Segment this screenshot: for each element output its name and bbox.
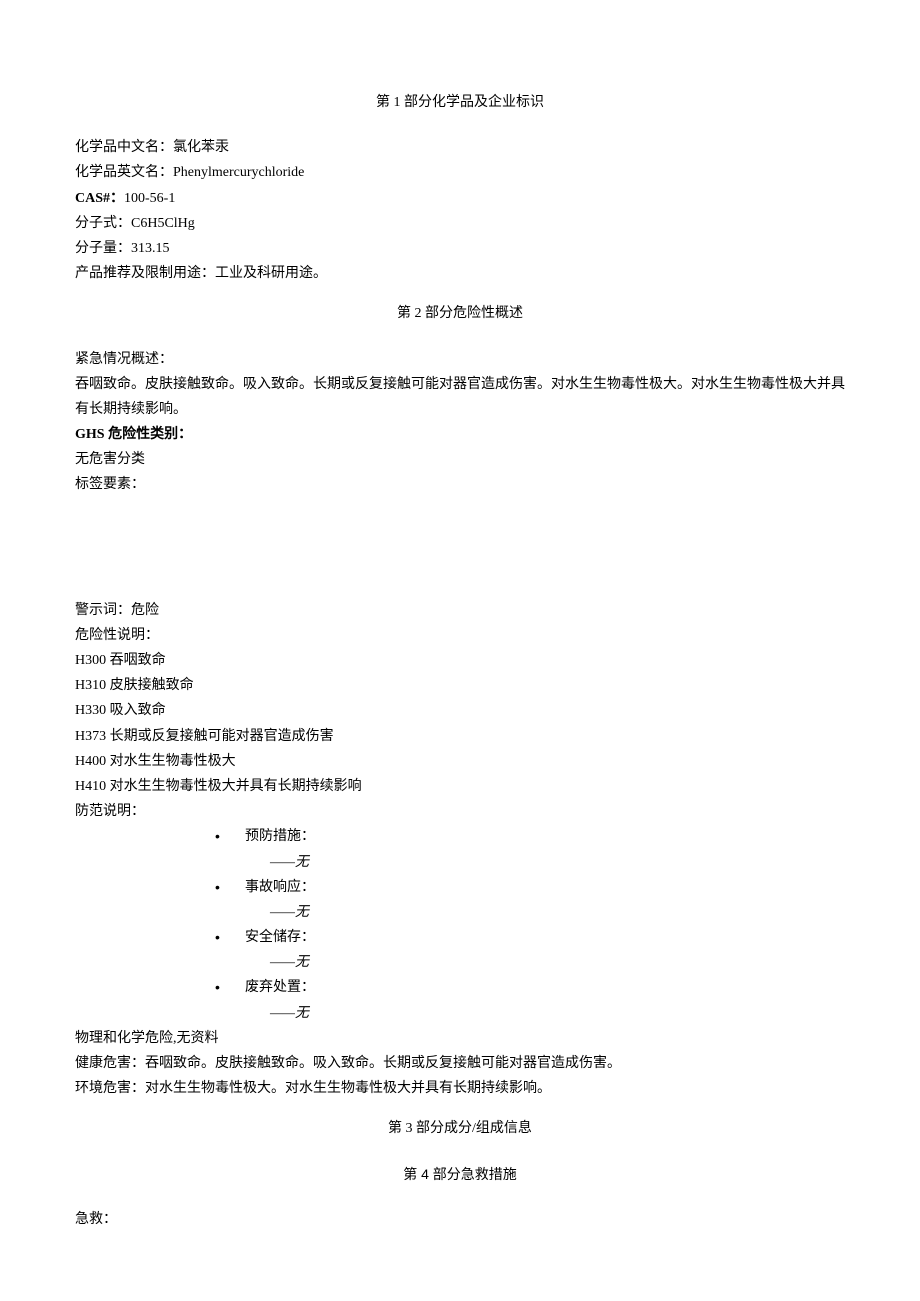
section-2-content: 紧急情况概述： 吞咽致命。皮肤接触致命。吸入致命。长期或反复接触可能对器官造成伤… [75,347,845,1102]
ghs-text: 无危害分类 [75,447,845,472]
precaution-storage: 安全储存： [215,925,845,950]
section-1-content: 化学品中文名：氯化苯汞 化学品英文名：Phenylmercurychloride… [75,135,845,286]
english-name-line: 化学品英文名：Phenylmercurychloride [75,160,845,185]
label-element: 标签要素： [75,472,845,497]
hazard-h310: H310 皮肤接触致命 [75,673,845,698]
formula-line: 分子式：C6H5ClHg [75,211,845,236]
signal-word-value: 危险 [131,603,159,618]
signal-word-label: 警示词： [75,603,131,618]
health-hazard-value: 吞咽致命。皮肤接触致命。吸入致命。长期或反复接触可能对器官造成伤害。 [145,1056,621,1071]
section-2-title: 第 2 部分危险性概述 [75,301,845,326]
hazard-statement-label: 危险性说明： [75,623,845,648]
precaution-label: 防范说明： [75,799,845,824]
signal-word-line: 警示词：危险 [75,598,845,623]
environment-hazard-line: 环境危害：对水生生物毒性极大。对水生生物毒性极大并具有长期持续影响。 [75,1076,845,1101]
section-4-content: 急救： [75,1207,845,1232]
first-aid-label: 急救： [75,1207,845,1232]
chinese-name-label: 化学品中文名： [75,140,173,155]
chinese-name-value: 氯化苯汞 [173,140,229,155]
usage-line: 产品推荐及限制用途：工业及科研用途。 [75,261,845,286]
section-3-title: 第 3 部分成分/组成信息 [75,1116,845,1141]
weight-label: 分子量： [75,241,131,256]
precaution-response: 事故响应： [215,875,845,900]
cas-line: CAS#：100-56-1 [75,186,845,211]
cas-label: CAS#： [75,191,124,206]
english-name-value: Phenylmercurychloride [173,165,304,180]
environment-hazard-label: 环境危害： [75,1081,145,1096]
section-4-title: 第 4 部分急救措施 [75,1162,845,1187]
weight-line: 分子量：313.15 [75,236,845,261]
chinese-name-line: 化学品中文名：氯化苯汞 [75,135,845,160]
environment-hazard-value: 对水生生物毒性极大。对水生生物毒性极大并具有长期持续影响。 [145,1081,551,1096]
ghs-label: GHS 危险性类别： [75,422,845,447]
emergency-text: 吞咽致命。皮肤接触致命。吸入致命。长期或反复接触可能对器官造成伤害。对水生生物毒… [75,372,845,422]
emergency-label: 紧急情况概述： [75,347,845,372]
precaution-prevent-value: ——无 [270,850,845,875]
usage-label: 产品推荐及限制用途： [75,266,215,281]
weight-value: 313.15 [131,241,170,256]
hazard-h410: H410 对水生生物毒性极大并具有长期持续影响 [75,774,845,799]
health-hazard-label: 健康危害： [75,1056,145,1071]
section-1-title: 第 1 部分化学品及企业标识 [75,90,845,115]
physical-hazard: 物理和化学危险,无资料 [75,1026,845,1051]
hazard-h330: H330 吸入致命 [75,698,845,723]
formula-label: 分子式： [75,216,131,231]
precaution-storage-value: ——无 [270,950,845,975]
formula-value: C6H5ClHg [131,216,195,231]
hazard-h373: H373 长期或反复接触可能对器官造成伤害 [75,724,845,749]
precaution-prevent: 预防措施： [215,824,845,849]
precaution-response-value: ——无 [270,900,845,925]
precaution-disposal-value: ——无 [270,1001,845,1026]
usage-value: 工业及科研用途。 [215,266,327,281]
cas-value: 100-56-1 [124,191,175,206]
precaution-disposal: 废弃处置： [215,975,845,1000]
pictogram-placeholder [75,498,845,598]
english-name-label: 化学品英文名： [75,165,173,180]
health-hazard-line: 健康危害：吞咽致命。皮肤接触致命。吸入致命。长期或反复接触可能对器官造成伤害。 [75,1051,845,1076]
precaution-list: 预防措施： ——无 事故响应： ——无 安全储存： ——无 废弃处置： ——无 [215,824,845,1026]
hazard-h400: H400 对水生生物毒性极大 [75,749,845,774]
hazard-h300: H300 吞咽致命 [75,648,845,673]
